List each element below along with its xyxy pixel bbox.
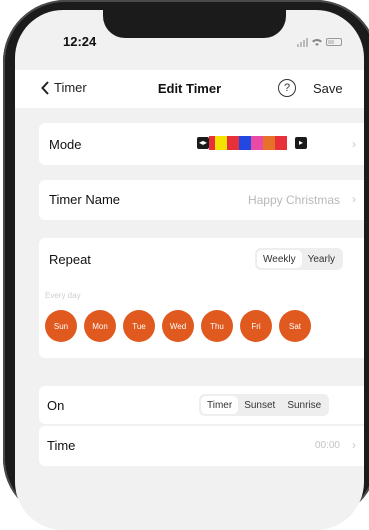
on-option-timer[interactable]: Timer [201,396,239,414]
mode-swatch [251,136,263,150]
phone-notch [103,10,286,38]
day-sat[interactable]: Sat [279,310,311,342]
on-label: On [47,398,65,413]
mode-label: Mode [49,137,82,152]
wifi-icon [312,39,322,46]
day-selector: Sun Mon Tue Wed Thu Fri Sat [45,310,311,342]
time-value: 00:00 [314,440,340,451]
day-sun[interactable]: Sun [45,310,77,342]
chevron-right-icon: › [352,137,356,151]
mode-swatch [239,136,251,150]
page-title: Edit Timer [157,81,222,96]
mode-swatch [227,136,239,150]
signal-icon [297,37,308,47]
day-fri[interactable]: Fri [240,310,272,342]
timer-name-label: Timer Name [49,192,121,207]
time-row[interactable]: Time 00:00 › [39,426,364,466]
phone-screen: 12:24 Timer Edit Timer ? Save Mode ◂▸ ▸ … [15,10,364,530]
on-option-sunrise[interactable]: Sunrise [281,396,327,414]
mode-swatch [287,136,293,150]
day-wed[interactable]: Wed [162,310,194,342]
repeat-segmented-control: Weekly Yearly [255,248,344,270]
mode-swatch [263,136,275,150]
day-mon[interactable]: Mon [84,310,116,342]
repeat-option-weekly[interactable]: Weekly [257,250,302,268]
mode-end-icon: ▸ [295,137,307,149]
on-row: On Timer Sunset Sunrise [39,386,364,424]
chevron-right-icon: › [352,192,356,206]
every-day-label: Every day [45,291,81,300]
status-time: 12:24 [63,34,97,49]
mode-start-icon: ◂▸ [197,137,209,149]
repeat-row: Repeat Weekly Yearly Every day Sun Mon T… [39,238,364,358]
mode-color-strip: ◂▸ ▸ [197,136,307,150]
repeat-option-yearly[interactable]: Yearly [302,250,341,268]
nav-bar: Timer Edit Timer ? Save [15,70,364,108]
save-button[interactable]: Save [313,81,343,96]
on-option-sunset[interactable]: Sunset [238,396,281,414]
day-tue[interactable]: Tue [123,310,155,342]
on-segmented-control: Timer Sunset Sunrise [199,394,330,416]
mode-swatch [275,136,287,150]
day-thu[interactable]: Thu [201,310,233,342]
battery-icon [326,38,342,46]
chevron-right-icon: › [352,438,356,452]
timer-name-value: Happy Christmas [247,193,340,207]
mode-swatch [215,136,227,150]
repeat-label: Repeat [49,252,91,267]
status-icons [297,37,342,47]
timer-name-row[interactable]: Timer Name Happy Christmas › [39,180,364,220]
help-icon[interactable]: ? [278,79,296,97]
mode-row[interactable]: Mode ◂▸ ▸ › [39,123,364,165]
